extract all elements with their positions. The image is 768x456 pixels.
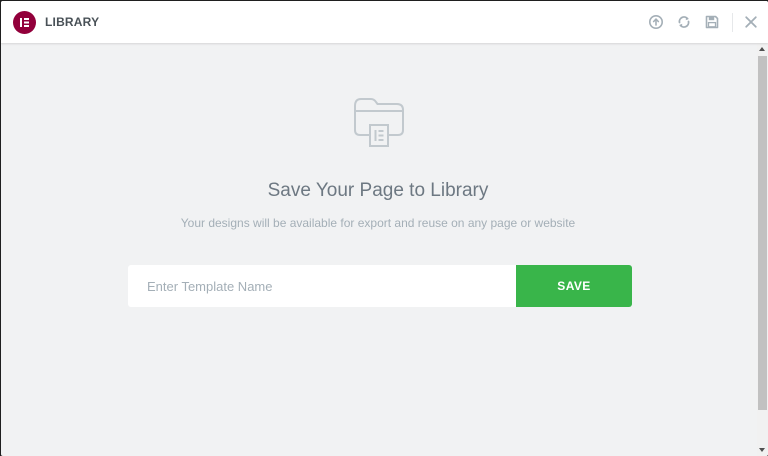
library-modal: LIBRARY Save Your Page to Library Your d… <box>1 1 768 456</box>
header-separator <box>732 13 733 32</box>
scroll-up-arrow[interactable] <box>759 47 765 51</box>
save-icon[interactable] <box>704 14 720 30</box>
modal-header: LIBRARY <box>1 1 768 43</box>
modal-title: LIBRARY <box>45 15 100 29</box>
scroll-down-arrow[interactable] <box>759 448 765 452</box>
save-button[interactable]: SAVE <box>516 265 632 307</box>
save-heading: Save Your Page to Library <box>267 180 489 201</box>
save-template-panel: Save Your Page to Library Your designs w… <box>1 43 755 456</box>
template-name-input[interactable] <box>128 265 516 307</box>
sync-icon[interactable] <box>676 14 692 30</box>
vertical-scrollbar[interactable] <box>757 43 768 456</box>
info-icon[interactable] <box>648 14 664 30</box>
close-icon[interactable] <box>743 14 759 30</box>
scrollbar-thumb[interactable] <box>758 56 767 410</box>
folder-icon <box>352 96 406 148</box>
save-subheading: Your designs will be available for expor… <box>180 216 576 230</box>
save-template-form: SAVE <box>128 265 632 307</box>
elementor-logo-icon <box>13 11 36 34</box>
